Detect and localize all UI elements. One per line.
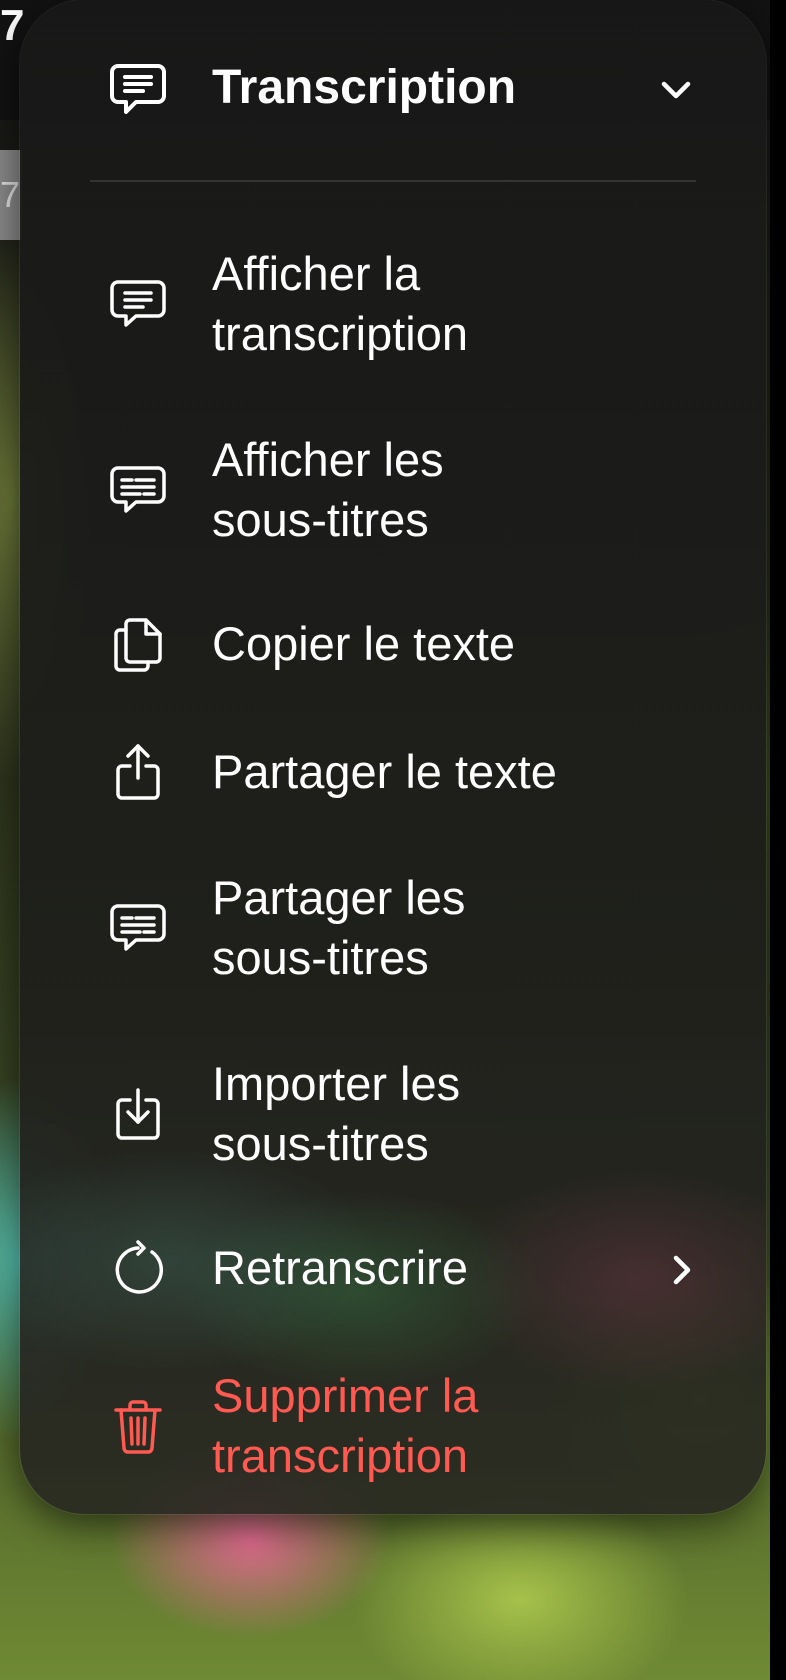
right-edge-scrollbar xyxy=(770,0,786,1680)
share-icon xyxy=(108,742,168,802)
chevron-right-icon xyxy=(666,1250,696,1290)
menu-item-label: Importer les sous-titres xyxy=(212,1057,461,1170)
menu-item-afficher-transcription[interactable]: Afficher la transcription xyxy=(20,240,766,368)
menu-title: Transcription xyxy=(212,61,517,114)
divider xyxy=(90,180,696,182)
menu-header[interactable]: Transcription xyxy=(20,0,766,180)
side-number: 7 xyxy=(0,150,22,240)
copy-documents-icon xyxy=(108,614,168,674)
menu-item-retranscrire[interactable]: Retranscrire xyxy=(20,1234,766,1306)
speech-bubble-lines-icon xyxy=(108,274,168,334)
menu-item-importer-sous-titres[interactable]: Importer les sous-titres xyxy=(20,1050,766,1178)
menu-item-label: Retranscrire xyxy=(212,1241,468,1294)
menu-item-afficher-sous-titres[interactable]: Afficher les sous-titres xyxy=(20,426,766,554)
import-tray-icon xyxy=(108,1084,168,1144)
screen: 7 7 Transcription Afficher la transcript… xyxy=(0,0,786,1680)
refresh-icon xyxy=(108,1240,168,1300)
menu-item-label: Copier le texte xyxy=(212,617,516,670)
chevron-down-icon[interactable] xyxy=(656,70,696,110)
captions-bubble-icon xyxy=(108,898,168,958)
transcription-menu: Transcription Afficher la transcription xyxy=(20,0,766,1514)
menu-item-label: Afficher la transcription xyxy=(212,247,468,360)
menu-item-label: Partager les sous-titres xyxy=(212,871,466,984)
menu-item-supprimer-transcription[interactable]: Supprimer la transcription xyxy=(20,1362,766,1490)
captions-bubble-icon xyxy=(108,460,168,520)
menu-item-label: Partager le texte xyxy=(212,745,557,798)
menu-item-label: Afficher les sous-titres xyxy=(212,433,444,546)
menu-item-partager-texte[interactable]: Partager le texte xyxy=(20,738,766,810)
menu-item-copier-texte[interactable]: Copier le texte xyxy=(20,610,766,682)
trash-icon xyxy=(108,1396,168,1456)
menu-item-label: Supprimer la transcription xyxy=(212,1369,479,1482)
menu-item-partager-sous-titres[interactable]: Partager les sous-titres xyxy=(20,864,766,992)
speech-bubble-lines-icon xyxy=(108,60,168,120)
